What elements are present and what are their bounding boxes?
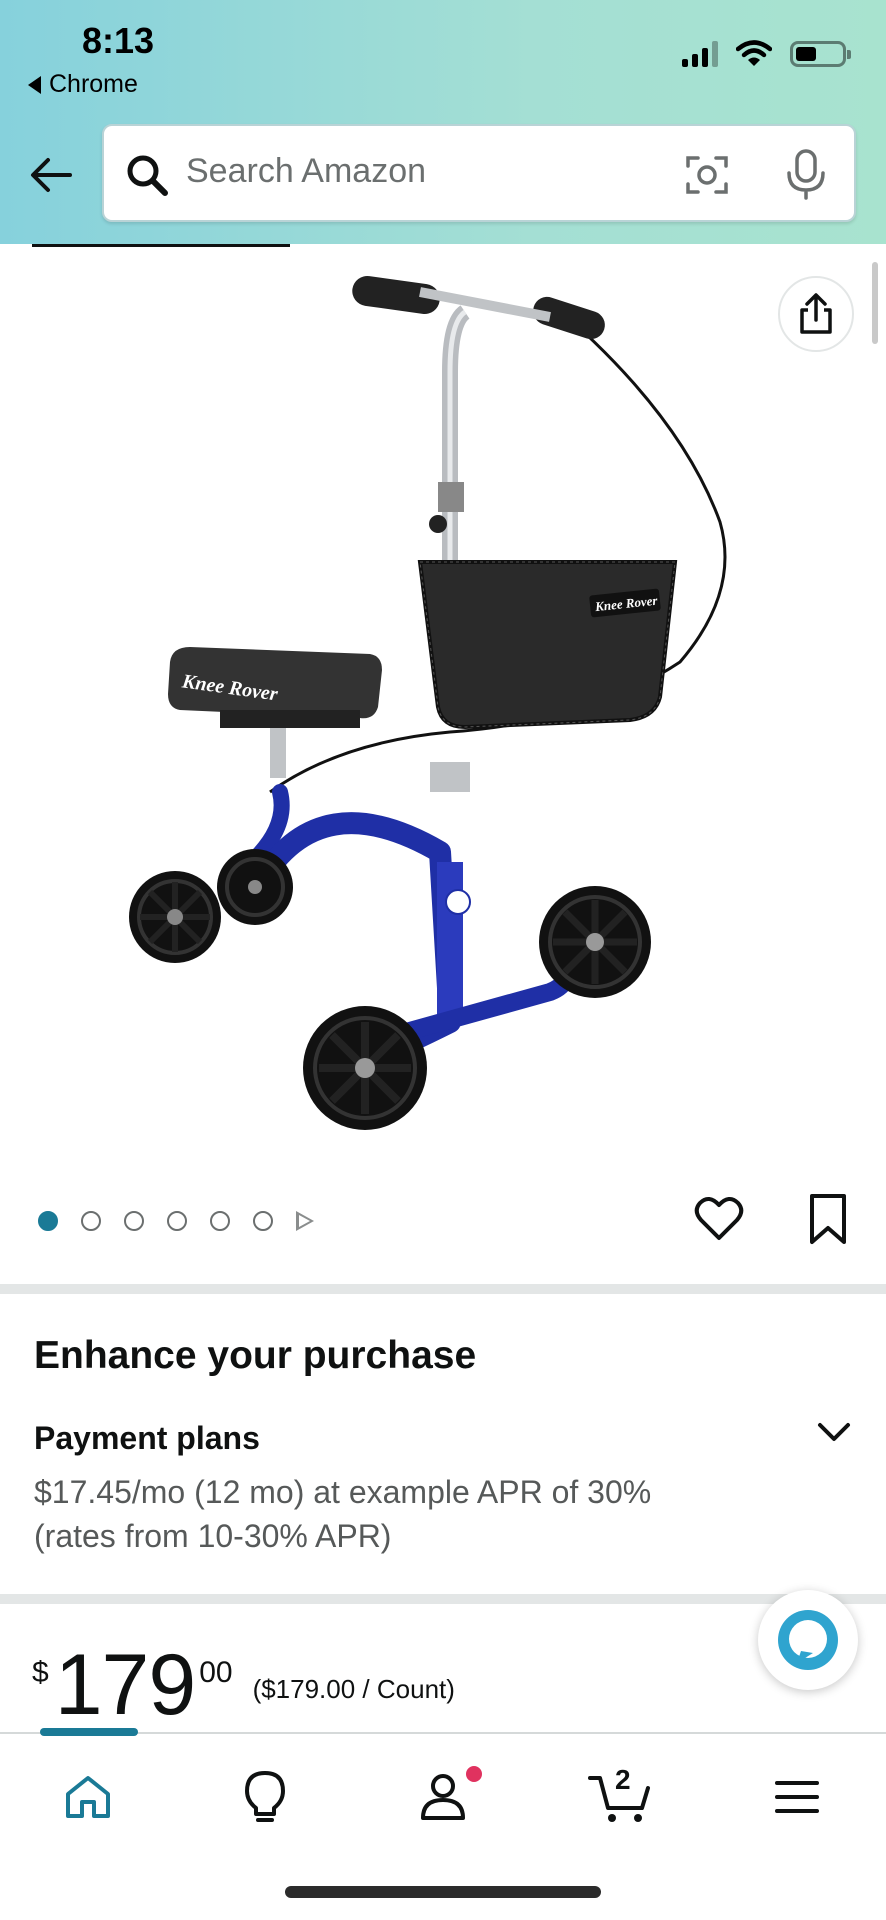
status-time: 8:13 [82,20,155,61]
status-icons [682,40,851,68]
search-icon [127,155,168,196]
carousel-dot-3[interactable] [124,1211,144,1231]
hamburger-menu-icon [775,1781,819,1813]
nav-home[interactable] [53,1762,123,1832]
back-triangle-icon [28,75,41,94]
nav-menu[interactable] [762,1762,832,1832]
nav-cart[interactable]: 2 [585,1762,655,1832]
alexa-button[interactable] [758,1590,858,1690]
search-input[interactable]: Search Amazon [102,124,856,222]
image-carousel-dots[interactable] [38,1211,314,1231]
price-symbol: $ [32,1656,49,1689]
carousel-dot-6[interactable] [253,1211,273,1231]
battery-icon [790,41,851,67]
home-indicator[interactable] [285,1886,601,1898]
price-fraction: 00 [199,1656,233,1689]
carousel-dot-2[interactable] [81,1211,101,1231]
notification-badge [466,1766,482,1782]
section-divider [0,1594,886,1604]
alexa-icon [778,1610,838,1670]
nav-inspire[interactable] [230,1762,300,1832]
section-divider [0,1284,886,1294]
payment-plans-title[interactable]: Payment plans [34,1420,260,1457]
person-icon [421,1774,465,1820]
video-play-icon[interactable] [296,1211,314,1231]
front-left-wheel [303,1006,427,1130]
back-to-chrome[interactable]: Chrome [28,70,138,99]
wifi-icon [736,40,772,66]
page-scrollbar[interactable] [872,262,878,344]
chevron-down-icon[interactable] [816,1414,852,1450]
lightbulb-icon [245,1771,285,1822]
nav-active-indicator [40,1728,138,1736]
heart-icon[interactable] [694,1194,744,1242]
back-arrow-icon[interactable] [26,150,76,200]
bookmark-icon[interactable] [806,1192,850,1246]
product-image-knee-scooter[interactable]: Knee Rover Knee Rover [120,262,760,1162]
share-button[interactable] [778,276,854,352]
rear-right-wheel [217,849,293,925]
search-placeholder: Search Amazon [186,152,427,190]
header: 8:13 Chrome Search Amazon [0,0,886,244]
share-icon [800,293,832,334]
front-right-wheel [539,886,651,998]
unit-price: ($179.00 / Count) [252,1674,455,1704]
enhance-title: Enhance your purchase [34,1334,477,1377]
carousel-dot-4[interactable] [167,1211,187,1231]
carousel-dot-1[interactable] [38,1211,58,1231]
back-app-label: Chrome [49,70,138,98]
product-price: $ 179 00 ($179.00 / Count) [32,1640,455,1730]
carousel-dot-5[interactable] [210,1211,230,1231]
cart-count: 2 [615,1764,631,1795]
camera-search-icon[interactable] [684,152,730,198]
image-tab-indicator [32,244,290,247]
home-icon [66,1776,110,1818]
rear-left-wheel [129,871,221,963]
microphone-icon[interactable] [784,148,828,200]
price-whole: 179 [54,1637,196,1733]
nav-account[interactable] [408,1762,482,1832]
cellular-signal-icon [682,41,718,67]
payment-plans-description: $17.45/mo (12 mo) at example APR of 30% … [34,1474,652,1554]
